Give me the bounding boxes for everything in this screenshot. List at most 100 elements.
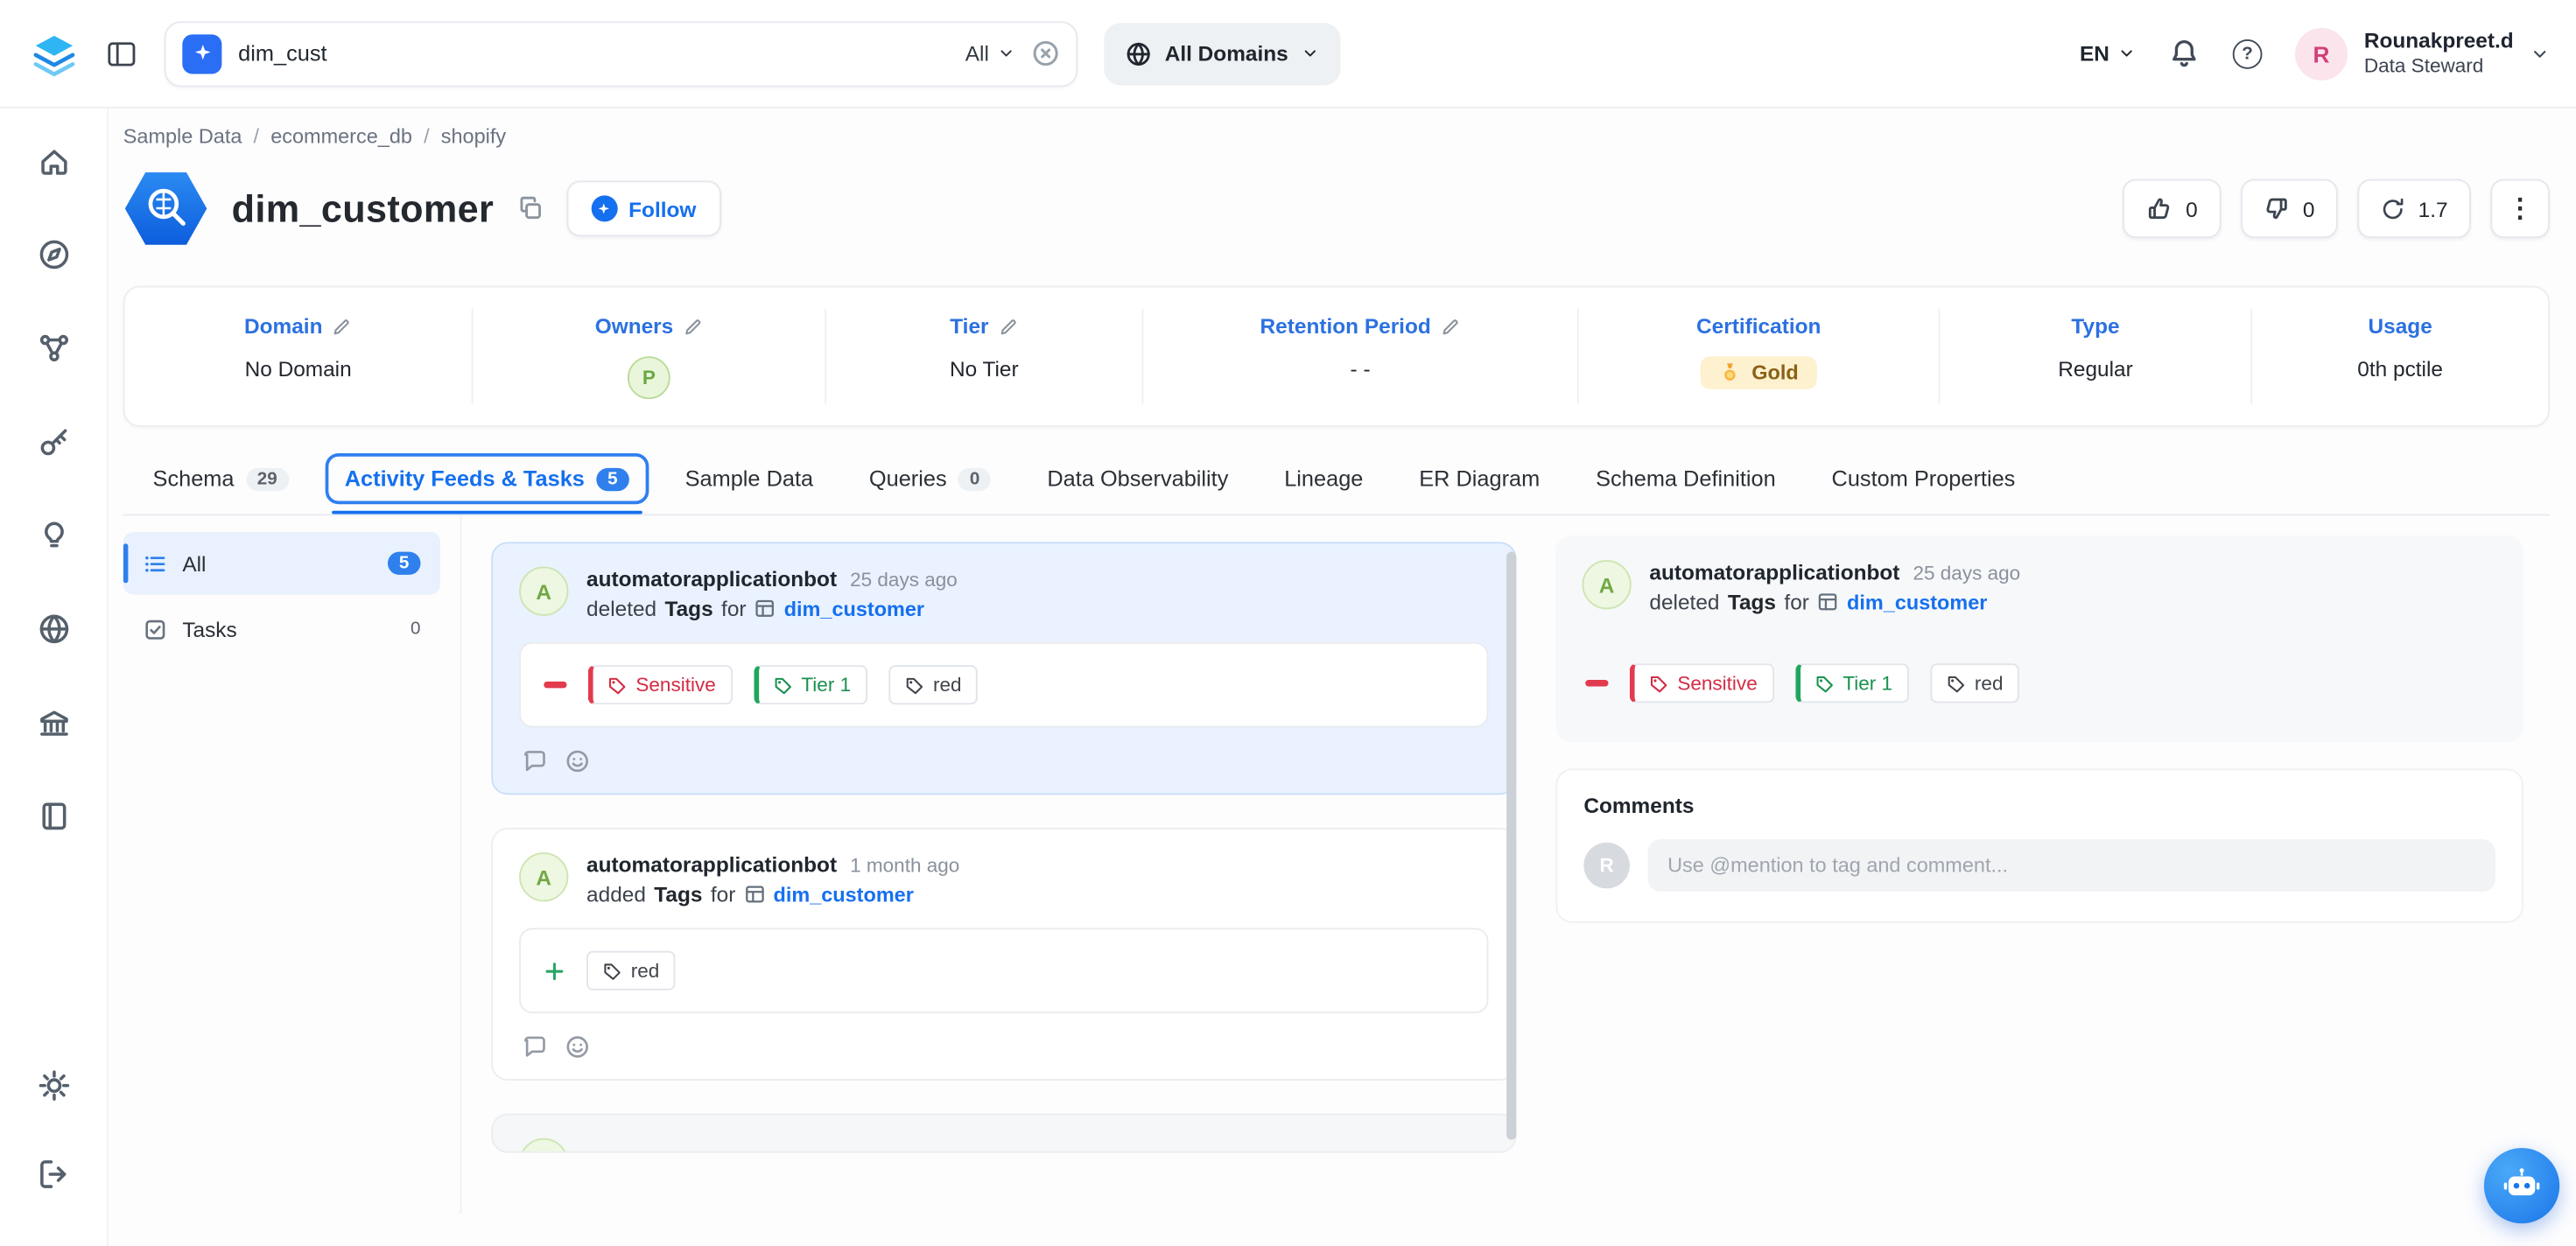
edit-pencil-icon[interactable] [999,316,1019,336]
meta-label: Usage [2369,313,2432,338]
tag-change-row: Sensitive Tier 1 red [1582,663,2496,703]
comments-title: Comments [1583,794,2495,818]
tag-icon [1649,674,1667,692]
sidebar-item-insights[interactable] [20,502,86,568]
breadcrumb-separator: / [254,125,260,148]
tag-icon [607,676,626,694]
emoji-reaction-icon[interactable] [565,1034,590,1059]
tag-chip-tier1[interactable]: Tier 1 [1795,663,1909,703]
feed-card[interactable] [491,1114,1516,1153]
downvote-button[interactable]: 0 [2241,179,2338,239]
table-icon [755,598,776,619]
sidebar-item-explore[interactable] [20,221,86,287]
meta-value: No Tier [950,356,1019,381]
filter-all[interactable]: All 5 [123,532,440,594]
meta-value: - - [1351,356,1371,381]
meta-label: Domain [244,313,322,338]
feed-card[interactable]: A automatorapplicationbot25 days ago del… [491,542,1516,794]
meta-tier: Tier No Tier [826,309,1143,404]
user-menu[interactable]: R Rounakpreet.d Data Steward [2295,27,2550,80]
sidebar-item-domains[interactable] [20,596,86,662]
bot-avatar [519,1138,568,1153]
owner-avatar[interactable]: P [628,356,670,399]
breadcrumb-link[interactable]: ecommerce_db [270,125,412,148]
breadcrumb-link[interactable]: Sample Data [123,125,242,148]
tab-activity-feeds[interactable]: Activity Feeds & Tasks5 [325,453,649,504]
logout-icon [37,1158,70,1191]
version-button[interactable]: 1.7 [2357,179,2471,239]
edit-pencil-icon[interactable] [1441,316,1461,336]
sidebar-toggle-icon[interactable] [105,37,138,70]
sidebar-item-glossary[interactable] [20,783,86,849]
search-scope-dropdown[interactable]: All [965,41,1015,66]
upvote-button[interactable]: 0 [2123,179,2221,239]
comment-icon[interactable] [523,1034,547,1059]
feed-card[interactable]: A automatorapplicationbot1 month ago add… [491,828,1516,1081]
rail-bottom [20,1053,86,1230]
tab-sample-data[interactable]: Sample Data [665,453,833,504]
help-icon[interactable]: ? [2233,38,2263,68]
tag-chip-sensitive[interactable]: Sensitive [588,665,733,704]
follow-button[interactable]: Follow [566,180,721,236]
chevron-down-icon [997,45,1015,63]
tab-queries[interactable]: Queries0 [849,453,1011,504]
tag-chip-tier1[interactable]: Tier 1 [754,665,867,704]
language-dropdown[interactable]: EN [2080,41,2136,66]
tab-schema[interactable]: Schema29 [133,453,308,504]
tab-data-observability[interactable]: Data Observability [1028,453,1248,504]
search-clear-icon[interactable] [1032,39,1060,67]
tab-lineage[interactable]: Lineage [1265,453,1383,504]
edit-pencil-icon[interactable] [333,316,353,336]
copy-icon[interactable] [517,195,544,221]
sidebar-item-home[interactable] [20,128,86,193]
filter-label: Tasks [182,617,236,641]
feed-action: deleted [1649,590,1719,614]
feed-timestamp: 1 month ago [850,854,959,877]
feed-action: added [586,882,646,906]
more-options-button[interactable]: ⋮ [2490,179,2550,239]
activity-content: All 5 Tasks 0 A automatorapplicationbot2… [123,515,2550,1214]
entity-link[interactable]: dim_customer [1817,591,1987,613]
tab-er-diagram[interactable]: ER Diagram [1400,453,1560,504]
sidebar-item-govern[interactable] [20,690,86,755]
emoji-reaction-icon[interactable] [565,749,590,774]
feed-detail-card: A automatorapplicationbot25 days ago del… [1555,536,2523,742]
sidebar-item-logout[interactable] [20,1141,86,1207]
meta-label: Type [2071,313,2119,338]
entity-link[interactable]: dim_customer [755,597,924,620]
tab-schema-definition[interactable]: Schema Definition [1576,453,1796,504]
filter-tasks[interactable]: Tasks 0 [123,598,440,660]
table-icon [744,884,765,905]
ai-search-icon[interactable] [182,33,221,73]
entity-header: dim_customer Follow 0 0 1.7 [123,167,2550,249]
tag-chip-red[interactable]: red [586,951,676,990]
top-bar: All All Domains EN ? R Ro [0,0,2576,108]
entity-link[interactable]: dim_customer [744,883,914,906]
comment-input[interactable] [1648,839,2495,892]
tag-chip-red[interactable]: red [1930,663,2019,703]
chat-widget-button[interactable] [2484,1148,2559,1223]
edit-pencil-icon[interactable] [684,316,704,336]
comment-icon[interactable] [523,749,547,774]
feed-scrollbar[interactable] [1506,552,1516,1140]
app-logo[interactable] [30,29,79,78]
tab-count: 5 [596,467,629,490]
global-search-input[interactable] [238,41,949,66]
book-icon [37,800,70,833]
tag-change-box: red [519,928,1488,1013]
tag-chip-sensitive[interactable]: Sensitive [1630,663,1774,703]
sidebar-item-services[interactable] [20,409,86,474]
page-title: dim_customer [232,186,495,231]
notifications-bell-icon[interactable] [2168,38,2200,69]
user-name: Rounakpreet.d [2364,28,2514,54]
compass-icon [37,238,70,271]
tab-custom-properties[interactable]: Custom Properties [1812,453,2035,504]
medal-icon [1719,361,1742,384]
breadcrumb-link[interactable]: shopify [441,125,506,148]
sidebar-item-settings[interactable] [20,1053,86,1118]
domains-dropdown[interactable]: All Domains [1104,22,1341,84]
tag-chip-red[interactable]: red [888,665,978,704]
feed-detail-panel: A automatorapplicationbot25 days ago del… [1540,515,2550,1214]
sidebar-item-lineage[interactable] [20,315,86,381]
feed-author: automatorapplicationbot [1649,560,1899,584]
